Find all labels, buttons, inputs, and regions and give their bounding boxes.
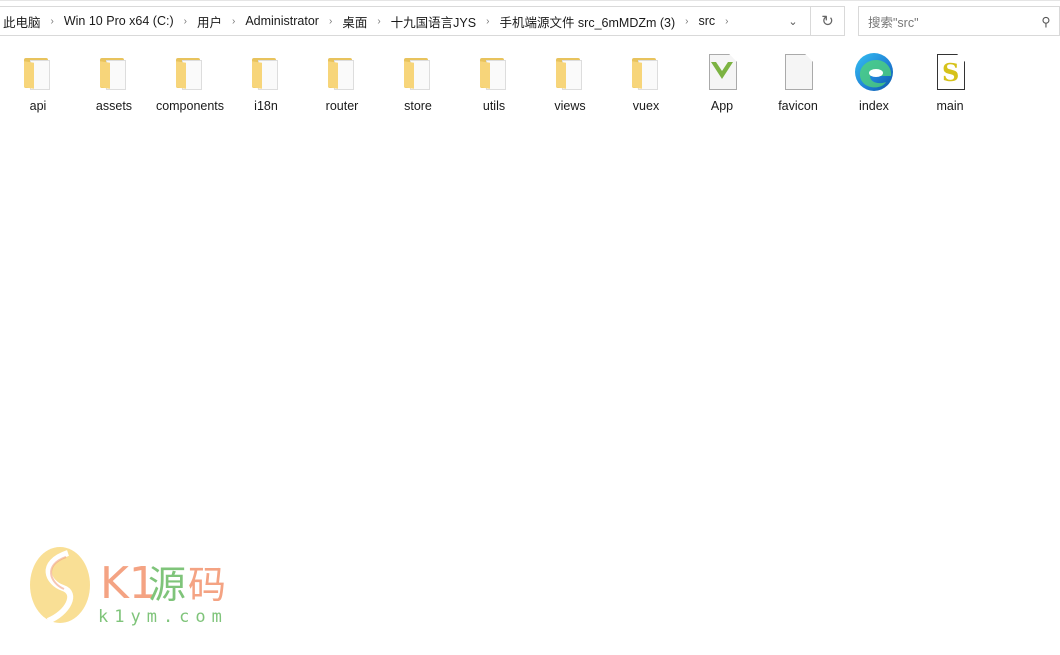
folder-icon xyxy=(170,52,210,92)
breadcrumb-item[interactable]: 桌面 xyxy=(338,12,371,31)
chevron-right-icon[interactable]: › xyxy=(480,16,495,27)
search-placeholder: 搜索"src" xyxy=(868,15,919,30)
chevron-down-icon[interactable]: ⌄ xyxy=(776,15,810,28)
file-item-views[interactable]: views xyxy=(535,52,605,115)
breadcrumb-item[interactable]: Win 10 Pro x64 (C:) xyxy=(60,14,178,28)
chevron-right-icon[interactable]: › xyxy=(45,16,60,27)
file-item-index[interactable]: index xyxy=(839,52,909,115)
file-item-vuex[interactable]: vuex xyxy=(611,52,681,115)
chevron-right-icon[interactable]: › xyxy=(323,16,338,27)
file-name: index xyxy=(859,99,889,113)
file-icon xyxy=(778,52,818,92)
script-file-icon: S xyxy=(930,52,970,92)
file-name: favicon xyxy=(778,99,818,113)
vue-file-icon xyxy=(702,52,742,92)
file-item-main[interactable]: Smain xyxy=(915,52,985,115)
file-name: main xyxy=(936,99,964,113)
folder-icon xyxy=(246,52,286,92)
file-name: store xyxy=(404,99,432,113)
folder-icon xyxy=(626,52,666,92)
breadcrumb-item[interactable]: 手机端源文件 src_6mMDZm (3) xyxy=(495,12,679,31)
file-item-components[interactable]: components xyxy=(155,52,225,115)
file-item-api[interactable]: api xyxy=(3,52,73,115)
file-item-App[interactable]: App xyxy=(687,52,757,115)
folder-icon xyxy=(18,52,58,92)
chevron-right-icon[interactable]: › xyxy=(719,16,734,27)
file-name: api xyxy=(29,99,47,113)
breadcrumb-item[interactable]: Administrator xyxy=(241,14,323,28)
chevron-right-icon[interactable]: › xyxy=(226,16,241,27)
file-item-i18n[interactable]: i18n xyxy=(231,52,301,115)
svg-text:源: 源 xyxy=(148,563,186,607)
file-name: views xyxy=(554,99,586,113)
breadcrumb-item[interactable]: 此电脑 xyxy=(0,12,45,31)
file-item-assets[interactable]: assets xyxy=(79,52,149,115)
refresh-icon: ↻ xyxy=(821,13,834,30)
folder-icon xyxy=(94,52,134,92)
svg-text:码: 码 xyxy=(188,563,226,607)
file-name: App xyxy=(710,99,734,113)
refresh-button[interactable]: ↻ xyxy=(810,7,844,35)
file-item-favicon[interactable]: favicon xyxy=(763,52,833,115)
window-top-border xyxy=(0,0,1060,1)
breadcrumb-item[interactable]: 用户 xyxy=(193,12,226,31)
search-input[interactable]: 搜索"src" ⚲ xyxy=(858,6,1060,36)
chevron-right-icon[interactable]: › xyxy=(178,16,193,27)
breadcrumb-item[interactable]: src xyxy=(695,14,720,28)
breadcrumb-item[interactable]: 十九国语言JYS xyxy=(387,12,480,31)
file-item-store[interactable]: store xyxy=(383,52,453,115)
file-name: utils xyxy=(482,99,506,113)
folder-icon xyxy=(322,52,362,92)
file-name: router xyxy=(325,99,359,113)
file-name: i18n xyxy=(254,99,278,113)
file-name: assets xyxy=(95,99,133,113)
edge-browser-icon xyxy=(854,52,894,92)
svg-text:k1ym.com: k1ym.com xyxy=(98,607,228,627)
file-name: vuex xyxy=(632,99,660,113)
search-icon: ⚲ xyxy=(1041,14,1051,29)
folder-icon xyxy=(398,52,438,92)
file-item-utils[interactable]: utils xyxy=(459,52,529,115)
chevron-right-icon[interactable]: › xyxy=(679,16,694,27)
folder-icon xyxy=(474,52,514,92)
file-name: components xyxy=(155,99,225,113)
watermark-logo: K1 源 码 k1ym.com xyxy=(28,543,238,631)
chevron-right-icon[interactable]: › xyxy=(371,16,386,27)
address-bar[interactable]: 此电脑 › Win 10 Pro x64 (C:) › 用户 › Administrator… xyxy=(0,6,845,36)
breadcrumb: 此电脑 › Win 10 Pro x64 (C:) › 用户 › Administrator… xyxy=(0,12,776,31)
folder-icon xyxy=(550,52,590,92)
file-item-router[interactable]: router xyxy=(307,52,377,115)
